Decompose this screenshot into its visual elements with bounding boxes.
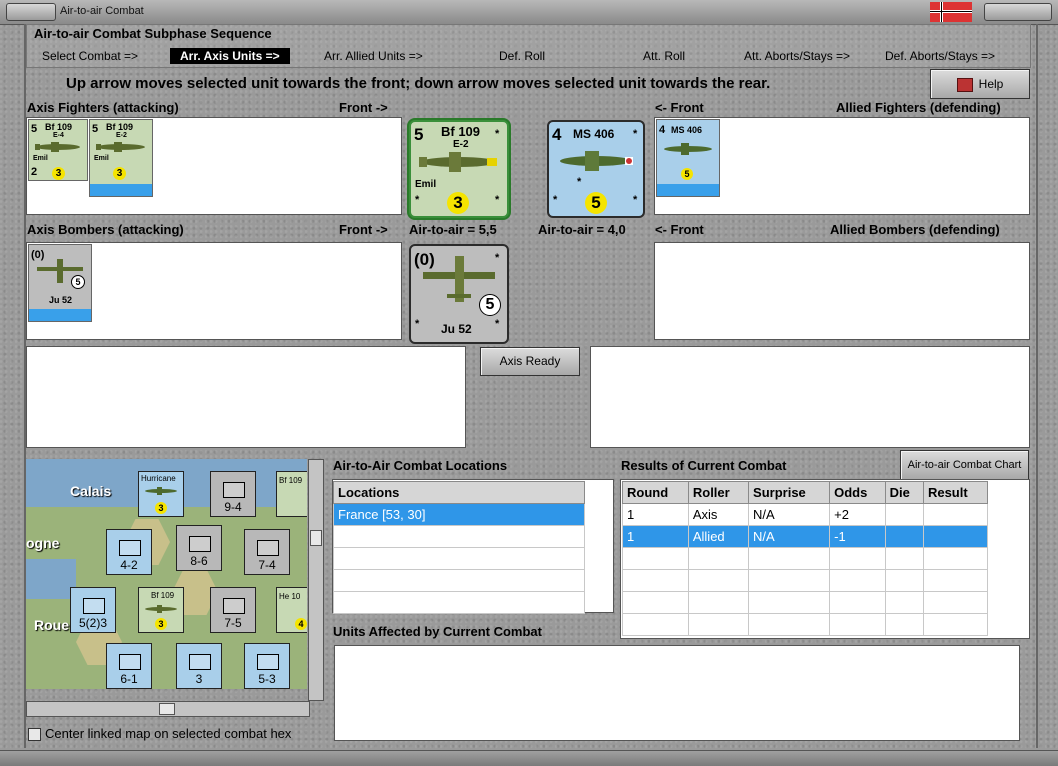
col-roller: Roller [687,481,750,504]
result-row[interactable]: 1 Allied N/A -1 [622,525,989,548]
allied-bombers-panel[interactable] [654,242,1030,340]
linked-map[interactable]: Calais ogne Roue Hurricane 3 9-4 Bf 109 … [26,459,307,689]
affected-title: Units Affected by Current Combat [333,624,542,639]
map-unit[interactable]: 7-4 [244,529,290,575]
bf109-icon [419,152,497,172]
flag-icon [930,2,972,22]
map-unit[interactable]: 8-6 [176,525,222,571]
locations-table: Locations France [53, 30] [333,481,585,614]
air-to-air-axis: Air-to-air = 5,5 [409,222,497,237]
location-row[interactable] [333,525,585,548]
col-die: Die [884,481,924,504]
air-to-air-allied: Air-to-air = 4,0 [538,222,626,237]
help-button[interactable]: Help [930,69,1030,99]
plane-icon [96,142,145,152]
results-title: Results of Current Combat [621,458,787,473]
window-menu-button[interactable] [6,3,56,21]
front-label-allied-bombers: <- Front [655,222,704,237]
step-def-roll: Def. Roll [499,49,546,63]
step-arr-allied-units: Arr. Allied Units => [324,49,423,63]
col-result: Result [922,481,989,504]
map-label-rouen: Roue [34,617,69,633]
location-row[interactable] [333,547,585,570]
axis-fighters-label: Axis Fighters (attacking) [27,100,179,115]
help-label: Help [978,77,1004,91]
result-row[interactable] [622,569,989,592]
map-unit-bf109-e2[interactable]: Bf 109 3 [138,587,184,633]
location-row[interactable] [333,591,585,614]
axis-bombers-label: Axis Bombers (attacking) [27,222,184,237]
allied-message-panel [590,346,1030,448]
selected-axis-fighter[interactable]: 5 Bf 109 E-2 * Emil * * 3 [409,120,509,218]
map-unit[interactable]: 5(2)3 [70,587,116,633]
step-arr-axis-units: Arr. Axis Units => [170,48,290,64]
center-map-checkbox[interactable] [28,728,41,741]
selected-axis-bomber[interactable]: (0) * 5 * * Ju 52 [409,244,509,344]
map-unit[interactable]: 6-1 [106,643,152,689]
selected-allied-fighter[interactable]: 4 MS 406 * * * * 5 [547,120,645,218]
allied-fighters-label: Allied Fighters (defending) [836,100,1001,115]
step-def-aborts: Def. Aborts/Stays => [885,49,996,63]
scroll-thumb[interactable] [310,530,322,546]
map-vertical-scrollbar[interactable] [308,459,324,701]
allied-fighter-counter[interactable]: 4 MS 406 5 [656,119,720,197]
air-to-air-chart-button[interactable]: Air-to-air Combat Chart [900,450,1029,480]
map-unit[interactable]: 7-5 [210,587,256,633]
title-bar: Air-to-air Combat [0,0,1058,25]
map-label-boulogne: ogne [26,535,60,551]
front-label-allied: <- Front [655,100,704,115]
result-row[interactable]: 1 Axis N/A +2 [622,503,989,526]
results-table: Round Roller Surprise Odds Die Result 1A… [622,481,989,636]
map-unit[interactable]: 3 [176,643,222,689]
front-label-axis-bombers: Front -> [339,222,388,237]
result-row[interactable] [622,613,989,636]
instruction-text: Up arrow moves selected unit towards the… [66,75,771,92]
status-bar [0,750,1058,766]
book-icon [956,77,973,92]
axis-message-panel [26,346,466,448]
locations-title: Air-to-Air Combat Locations [333,458,508,473]
map-unit[interactable]: 5-3 [244,643,290,689]
ms406-icon [560,151,633,171]
map-unit-bf109[interactable]: Bf 109 [276,471,307,517]
map-unit[interactable]: 9-4 [210,471,256,517]
col-round: Round [622,481,689,504]
axis-bomber-counter[interactable]: (0) 5 Ju 52 [28,244,92,322]
front-label-axis: Front -> [339,100,388,115]
map-unit-he111[interactable]: He 10 4 [276,587,307,633]
axis-ready-button[interactable]: Axis Ready [480,347,580,376]
col-surprise: Surprise [748,481,831,504]
result-row[interactable] [622,591,989,614]
affected-units-panel [334,645,1020,741]
col-odds: Odds [829,481,886,504]
axis-fighter-counter[interactable]: 5 Bf 109 E-2 Emil 3 [89,119,153,197]
plane-icon [664,143,712,155]
map-label-calais: Calais [70,483,112,499]
location-row[interactable] [333,569,585,592]
center-map-label: Center linked map on selected combat hex [45,726,292,741]
map-unit-hurricane[interactable]: Hurricane 3 [138,471,184,517]
step-att-roll: Att. Roll [643,49,686,63]
window-title: Air-to-air Combat [60,5,144,17]
location-row[interactable]: France [53, 30] [333,503,585,526]
sequence-title: Air-to-air Combat Subphase Sequence [34,26,272,41]
window-control-button[interactable] [984,3,1052,21]
step-select-combat: Select Combat => [42,49,139,63]
scroll-thumb[interactable] [159,703,175,715]
allied-bombers-label: Allied Bombers (defending) [830,222,1000,237]
map-unit[interactable]: 4-2 [106,529,152,575]
axis-fighter-counter[interactable]: 5 Bf 109 E-4 Emil 2 3 [28,119,88,181]
step-att-aborts: Att. Aborts/Stays => [744,49,851,63]
map-horizontal-scrollbar[interactable] [26,701,310,717]
locations-header: Locations [333,481,585,504]
plane-icon [35,142,80,152]
result-row[interactable] [622,547,989,570]
